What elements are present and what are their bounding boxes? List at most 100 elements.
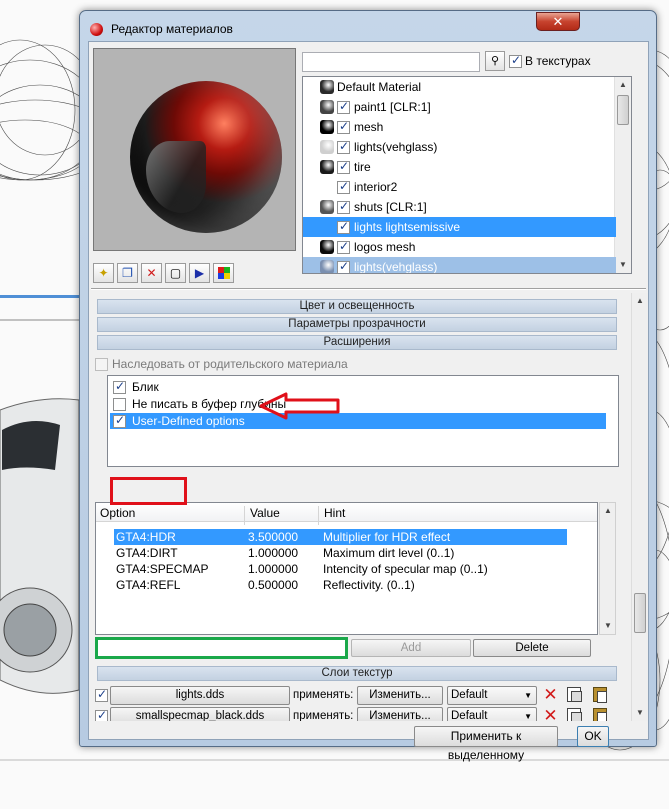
- layer-enabled-checkbox[interactable]: [95, 708, 108, 721]
- apply-to-selected-button[interactable]: Применить к выделенному: [414, 726, 558, 762]
- option-name: GTA4:HDR: [116, 530, 176, 544]
- section-transparency[interactable]: Параметры прозрачности: [97, 317, 617, 332]
- material-search-input[interactable]: [302, 52, 480, 72]
- material-checkbox[interactable]: [337, 159, 350, 174]
- options-grid[interactable]: Option Value Hint GTA4:HDR 3.500000 Multip…: [95, 502, 598, 635]
- color-palette-icon[interactable]: [213, 263, 234, 283]
- preview-sphere: [130, 81, 282, 233]
- copy-material-icon[interactable]: ❐: [117, 263, 138, 283]
- material-thumbnail-icon: [320, 240, 334, 254]
- material-item[interactable]: Default Material: [303, 77, 616, 97]
- extensions-list[interactable]: БликНе писать в буфер глубиныUser-Define…: [107, 375, 619, 467]
- material-label: interior2: [354, 180, 398, 194]
- change-texture-button[interactable]: Изменить...: [357, 686, 443, 705]
- copy-icon[interactable]: [567, 708, 584, 721]
- apply-label: применять:: [293, 689, 354, 701]
- extension-item[interactable]: User-Defined options: [110, 413, 606, 429]
- paste-icon[interactable]: [593, 687, 610, 704]
- material-item[interactable]: lights(vehglass): [303, 137, 616, 157]
- scroll-down-icon[interactable]: ▼: [632, 705, 648, 721]
- material-checkbox[interactable]: [337, 219, 350, 234]
- blend-mode-select[interactable]: Default: [447, 686, 537, 705]
- material-checkbox[interactable]: [337, 199, 350, 214]
- material-item[interactable]: interior2: [303, 177, 616, 197]
- column-value[interactable]: Value: [250, 506, 280, 520]
- texture-file-button[interactable]: smallspecmap_black.dds: [110, 707, 290, 721]
- new-option-input[interactable]: [95, 637, 348, 659]
- column-option[interactable]: Option: [100, 506, 135, 520]
- material-item[interactable]: paint1 [CLR:1]: [303, 97, 616, 117]
- option-row[interactable]: GTA4:HDR 3.500000 Multiplier for HDR effec…: [114, 529, 567, 545]
- material-list[interactable]: ▲ ▼ Default Material paint1 [CLR:1] mesh li…: [302, 76, 632, 274]
- material-item[interactable]: shuts [CLR:1]: [303, 197, 616, 217]
- scroll-thumb[interactable]: [634, 593, 646, 633]
- delete-material-icon[interactable]: ✕: [141, 263, 162, 283]
- cube-icon[interactable]: ▢: [165, 263, 186, 283]
- copy-icon[interactable]: [567, 687, 584, 704]
- layer-enabled-checkbox[interactable]: [95, 687, 108, 702]
- material-checkbox[interactable]: [337, 239, 350, 254]
- texture-layer-row: lights.ddsприменять:Изменить...Default✕: [95, 686, 615, 706]
- scroll-up-icon[interactable]: ▲: [600, 503, 616, 519]
- remove-layer-icon[interactable]: ✕: [541, 686, 560, 705]
- annotation-red-box: [110, 477, 187, 505]
- change-texture-button[interactable]: Изменить...: [357, 707, 443, 721]
- material-item[interactable]: lights lightsemissive: [303, 217, 616, 237]
- options-grid-scrollbar[interactable]: ▲ ▼: [599, 502, 616, 635]
- option-value: 3.500000: [248, 530, 299, 544]
- material-item[interactable]: tire: [303, 157, 616, 177]
- texture-file-button[interactable]: lights.dds: [110, 686, 290, 705]
- inherit-parent-option[interactable]: Наследовать от родительского материала: [95, 357, 348, 371]
- scroll-up-icon[interactable]: ▲: [632, 293, 648, 309]
- material-list-scrollbar[interactable]: ▲ ▼: [614, 77, 631, 273]
- material-preview: [93, 48, 296, 251]
- material-label: paint1 [CLR:1]: [354, 100, 431, 114]
- material-thumbnail-icon: [320, 220, 334, 234]
- scroll-up-icon[interactable]: ▲: [615, 77, 631, 93]
- delete-option-button[interactable]: Delete: [473, 639, 591, 657]
- blend-mode-select[interactable]: Default: [447, 707, 537, 721]
- option-row[interactable]: GTA4:DIRT 1.000000 Maximum dirt level (0..…: [114, 545, 567, 561]
- option-row[interactable]: GTA4:SPECMAP 1.000000 Intencity of specula…: [114, 561, 567, 577]
- extension-checkbox[interactable]: [113, 397, 126, 411]
- ok-button[interactable]: OK: [577, 726, 609, 747]
- material-item[interactable]: mesh: [303, 117, 616, 137]
- paste-icon[interactable]: [593, 708, 610, 721]
- splitter[interactable]: [91, 288, 646, 290]
- extension-item[interactable]: Блик: [113, 379, 159, 395]
- apply-label: применять:: [293, 710, 354, 721]
- in-textures-toggle[interactable]: В текстурах: [509, 53, 591, 68]
- material-checkbox[interactable]: [337, 259, 350, 273]
- material-label: lights(vehglass): [354, 140, 438, 154]
- title-bar[interactable]: Редактор материалов ✕: [80, 11, 656, 41]
- new-material-icon[interactable]: ✦: [93, 263, 114, 283]
- section-texture-layers[interactable]: Слои текстур: [97, 666, 617, 681]
- texture-layer-row: smallspecmap_black.ddsприменять:Изменить…: [95, 707, 615, 721]
- properties-scrollbar[interactable]: ▲ ▼: [631, 293, 648, 721]
- find-binoculars-icon[interactable]: ⚲: [485, 51, 505, 71]
- scroll-thumb[interactable]: [617, 95, 629, 125]
- material-item[interactable]: lights(vehglass): [303, 257, 616, 273]
- close-button[interactable]: ✕: [536, 12, 580, 31]
- scroll-down-icon[interactable]: ▼: [600, 618, 616, 634]
- material-thumbnail-icon: [320, 100, 334, 114]
- section-color-lighting[interactable]: Цвет и освещенность: [97, 299, 617, 314]
- material-checkbox[interactable]: [337, 179, 350, 194]
- remove-layer-icon[interactable]: ✕: [541, 707, 560, 722]
- option-row[interactable]: GTA4:REFL 0.500000 Reflectivity. (0..1): [114, 577, 567, 593]
- material-checkbox[interactable]: [337, 139, 350, 154]
- extension-checkbox[interactable]: [113, 413, 126, 428]
- material-checkbox[interactable]: [337, 119, 350, 134]
- inherit-parent-checkbox[interactable]: [95, 357, 108, 371]
- material-item[interactable]: logos mesh: [303, 237, 616, 257]
- column-hint[interactable]: Hint: [324, 506, 345, 520]
- in-textures-checkbox[interactable]: [509, 53, 522, 68]
- add-option-button[interactable]: Add: [351, 639, 471, 657]
- material-checkbox[interactable]: [337, 99, 350, 114]
- section-extensions[interactable]: Расширения: [97, 335, 617, 350]
- column-divider[interactable]: [318, 506, 319, 525]
- extension-checkbox[interactable]: [113, 379, 126, 394]
- play-icon[interactable]: ▶: [189, 263, 210, 283]
- scroll-down-icon[interactable]: ▼: [615, 257, 631, 273]
- column-divider[interactable]: [244, 506, 245, 525]
